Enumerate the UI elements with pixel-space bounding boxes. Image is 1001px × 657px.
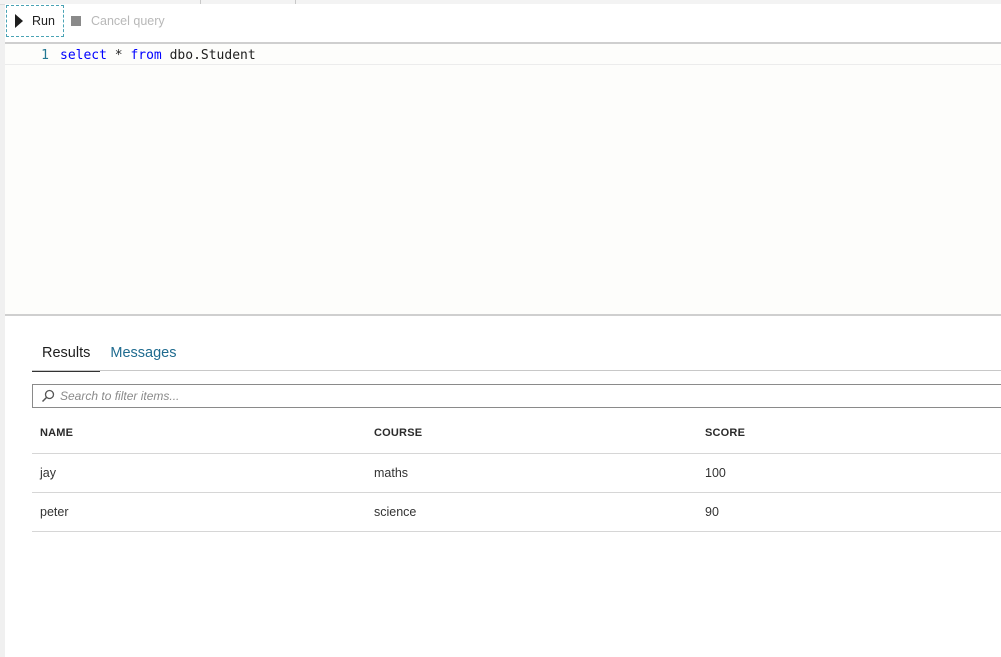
table-row[interactable]: peter science 90 <box>32 493 1001 532</box>
column-header-name[interactable]: NAME <box>40 414 73 451</box>
play-icon <box>15 14 23 28</box>
cancel-query-button[interactable]: Cancel query <box>71 5 165 37</box>
sql-code[interactable]: select * from dbo.Student <box>60 48 256 63</box>
table-cell-name: peter <box>40 505 69 519</box>
line-number: 1 <box>41 48 49 63</box>
filter-search-box[interactable] <box>32 384 1001 408</box>
results-grid: NAME COURSE SCORE jay maths 100 peter sc… <box>32 416 1001 532</box>
stop-icon <box>71 16 81 26</box>
run-button-label: Run <box>32 14 55 28</box>
tabs-divider <box>32 370 1001 371</box>
sql-editor[interactable]: 1 select * from dbo.Student <box>5 44 1001 314</box>
sql-keyword-select: select <box>60 48 107 63</box>
tab-results[interactable]: Results <box>32 342 101 372</box>
cancel-query-label: Cancel query <box>91 14 165 28</box>
sql-table-name: dbo.Student <box>161 48 256 63</box>
column-header-course[interactable]: COURSE <box>374 414 422 451</box>
results-tabs: Results Messages <box>32 342 186 372</box>
editor-line[interactable]: 1 select * from dbo.Student <box>5 46 1001 65</box>
filter-search-input[interactable] <box>60 389 960 403</box>
table-cell-score: 100 <box>705 466 726 480</box>
query-toolbar: Run Cancel query <box>5 4 1001 42</box>
tab-messages[interactable]: Messages <box>100 342 186 370</box>
search-icon <box>40 388 56 404</box>
table-cell-course: science <box>374 505 417 519</box>
table-cell-score: 90 <box>705 505 719 519</box>
run-button[interactable]: Run <box>6 5 64 37</box>
results-panel: Results Messages NAME COURSE SCORE jay m… <box>5 316 1001 657</box>
sql-operator-star: * <box>106 48 131 63</box>
grid-header-row: NAME COURSE SCORE <box>32 416 1001 454</box>
sql-keyword-from: from <box>130 48 162 63</box>
column-header-score[interactable]: SCORE <box>705 414 745 451</box>
table-cell-name: jay <box>40 466 56 480</box>
table-cell-course: maths <box>374 466 409 480</box>
table-row[interactable]: jay maths 100 <box>32 454 1001 493</box>
